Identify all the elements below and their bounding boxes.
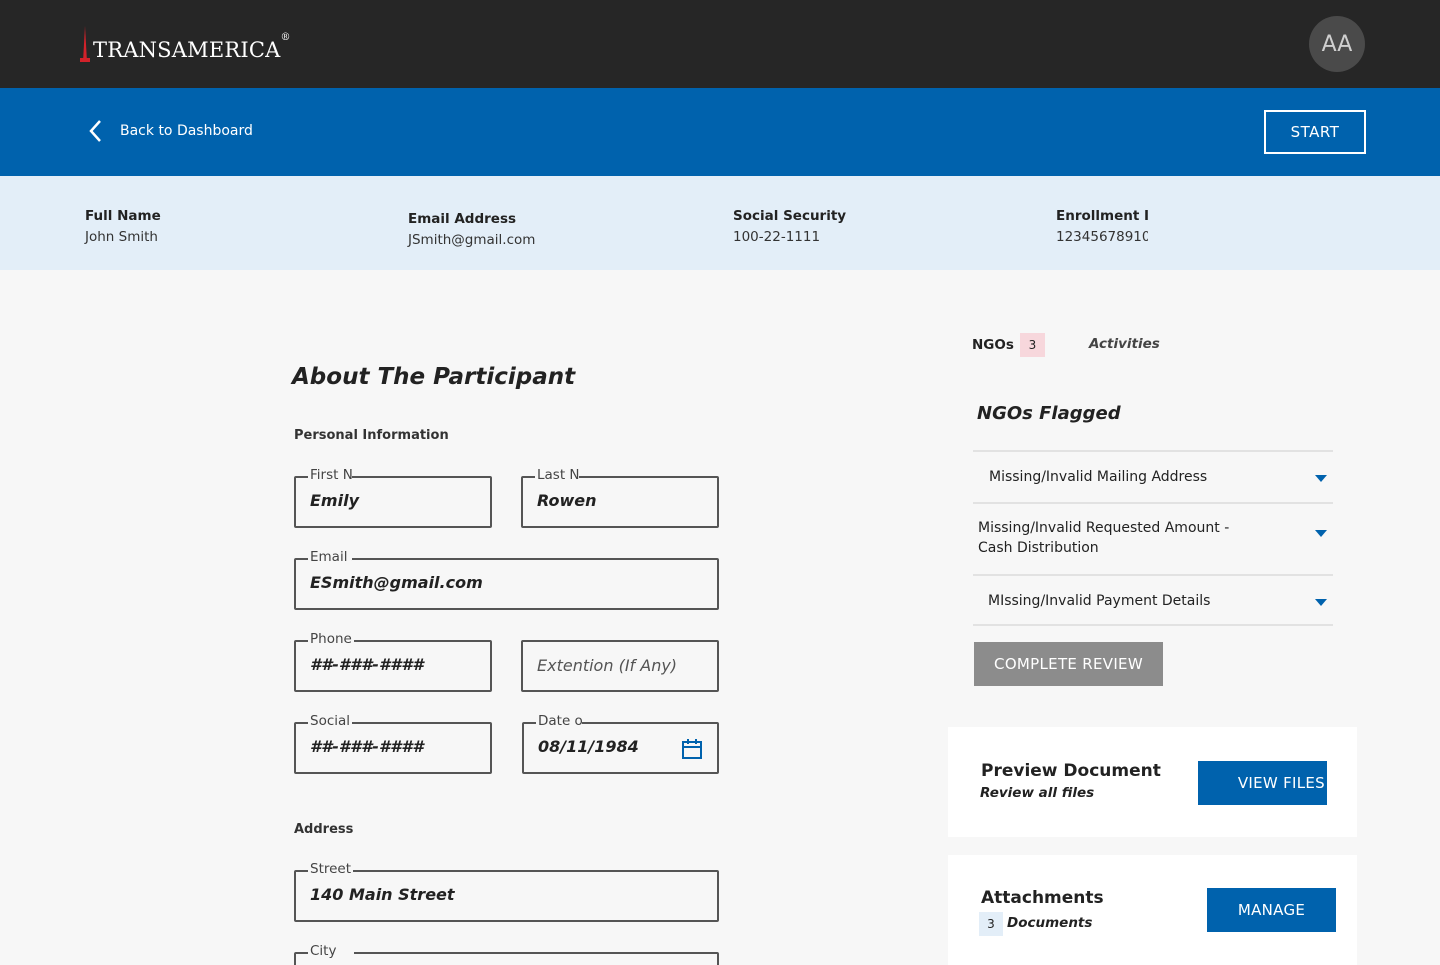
personal-info-heading: Personal Information	[294, 428, 449, 443]
ngo-count-badge: 3	[1020, 333, 1045, 357]
complete-review-button[interactable]: COMPLETE REVIEW	[974, 642, 1163, 686]
participant-info-strip: Full Name John Smith Email Address JSmit…	[0, 176, 1440, 270]
info-label: Full Name	[85, 208, 161, 224]
field-label: Social	[308, 713, 353, 729]
address-heading: Address	[294, 822, 354, 837]
attachments-title: Attachments	[981, 888, 1104, 908]
info-full-name: Full Name John Smith	[85, 208, 161, 245]
field-label: Last Name	[535, 467, 579, 483]
ngo-item-payment-details[interactable]: MIssing/Invalid Payment Details	[973, 574, 1333, 626]
field-value: Rowen	[537, 491, 597, 510]
info-value: John Smith	[85, 229, 158, 245]
field-label: First Name	[308, 467, 352, 483]
info-social-security: Social Security 100-22-1111	[733, 208, 846, 245]
ngos-flagged-heading: NGOs Flagged	[977, 403, 1121, 424]
city-field[interactable]: City	[294, 943, 719, 965]
chevron-down-icon	[1315, 475, 1327, 482]
street-field[interactable]: Street 140 Main Street	[294, 861, 719, 922]
ngo-item-mailing-address[interactable]: Missing/Invalid Mailing Address	[973, 450, 1333, 502]
calendar-icon[interactable]	[681, 738, 703, 760]
field-value: ##-###-####	[310, 737, 424, 756]
nav-bar: Back to Dashboard START	[0, 88, 1440, 176]
chevron-left-icon	[89, 120, 101, 142]
field-label: City	[308, 943, 354, 959]
manage-button[interactable]: MANAGE	[1207, 888, 1336, 932]
user-avatar[interactable]: AA	[1309, 16, 1365, 72]
info-email: Email Address JSmith@gmail.com	[408, 211, 535, 248]
back-to-dashboard-link[interactable]: Back to Dashboard	[86, 118, 253, 144]
tab-activities[interactable]: Activities	[1089, 336, 1160, 352]
start-button[interactable]: START	[1264, 110, 1366, 154]
chevron-down-icon	[1315, 599, 1327, 606]
ngo-list: Missing/Invalid Mailing Address Missing/…	[973, 450, 1333, 626]
info-value: JSmith@gmail.com	[408, 232, 536, 248]
page-title: About The Participant	[292, 364, 576, 390]
ngo-item-label: Missing/Invalid Requested Amount - Cash …	[978, 520, 1230, 556]
last-name-field[interactable]: Last Name Rowen	[521, 467, 719, 528]
attachments-subtitle: Documents	[1007, 915, 1093, 931]
email-field[interactable]: Email Address ESmith@gmail.com	[294, 549, 719, 610]
social-field[interactable]: Social ##-###-####	[294, 713, 492, 774]
transamerica-logo[interactable]: TRANSAMERICA ®	[80, 22, 290, 62]
date-of-birth-field[interactable]: Date of Birth 08/11/1984	[522, 713, 719, 774]
info-value: 12345678910	[1056, 229, 1148, 245]
ngo-item-label: MIssing/Invalid Payment Details	[988, 593, 1211, 609]
info-label: Social Security	[733, 208, 847, 224]
preview-document-title: Preview Document	[981, 761, 1161, 781]
back-label: Back to Dashboard	[120, 123, 253, 139]
field-label: Date of Birth	[536, 713, 582, 729]
view-files-button[interactable]: VIEW FILES	[1198, 761, 1327, 805]
preview-document-subtitle: Review all files	[980, 785, 1095, 801]
field-value: ##-###-####	[310, 655, 424, 674]
phone-field[interactable]: Phone ##-###-####	[294, 631, 492, 692]
info-label: Enrollment ID	[1056, 208, 1148, 224]
field-label: Street	[308, 861, 354, 877]
field-value: ESmith@gmail.com	[310, 573, 483, 592]
preview-document-card: Preview Document Review all files VIEW F…	[948, 727, 1357, 837]
field-label: Email Address	[308, 549, 352, 565]
first-name-field[interactable]: First Name Emily	[294, 467, 492, 528]
info-value: 100-22-1111	[733, 229, 821, 245]
trademark-symbol: ®	[280, 32, 291, 43]
field-value: 08/11/1984	[538, 737, 639, 756]
pyramid-icon	[80, 26, 90, 62]
field-placeholder: Extention (If Any)	[537, 656, 678, 675]
info-label: Email Address	[408, 211, 517, 227]
attachments-count-badge: 3	[979, 912, 1003, 936]
field-value: 140 Main Street	[310, 885, 455, 904]
field-label: Phone	[308, 631, 354, 647]
top-header: TRANSAMERICA ® AA	[0, 0, 1440, 88]
logo-text: TRANSAMERICA	[93, 38, 281, 62]
ngo-item-label: Missing/Invalid Mailing Address	[989, 469, 1208, 485]
chevron-down-icon	[1315, 530, 1327, 537]
attachments-card: Attachments 3 Documents MANAGE	[948, 855, 1357, 965]
field-value: Emily	[310, 491, 359, 510]
info-enrollment-id: Enrollment ID 12345678910	[1056, 208, 1148, 245]
extension-field[interactable]: Extention (If Any)	[521, 640, 719, 692]
tab-ngos[interactable]: NGOs	[972, 337, 1014, 353]
ngo-item-requested-amount[interactable]: Missing/Invalid Requested Amount - Cash …	[973, 502, 1333, 574]
